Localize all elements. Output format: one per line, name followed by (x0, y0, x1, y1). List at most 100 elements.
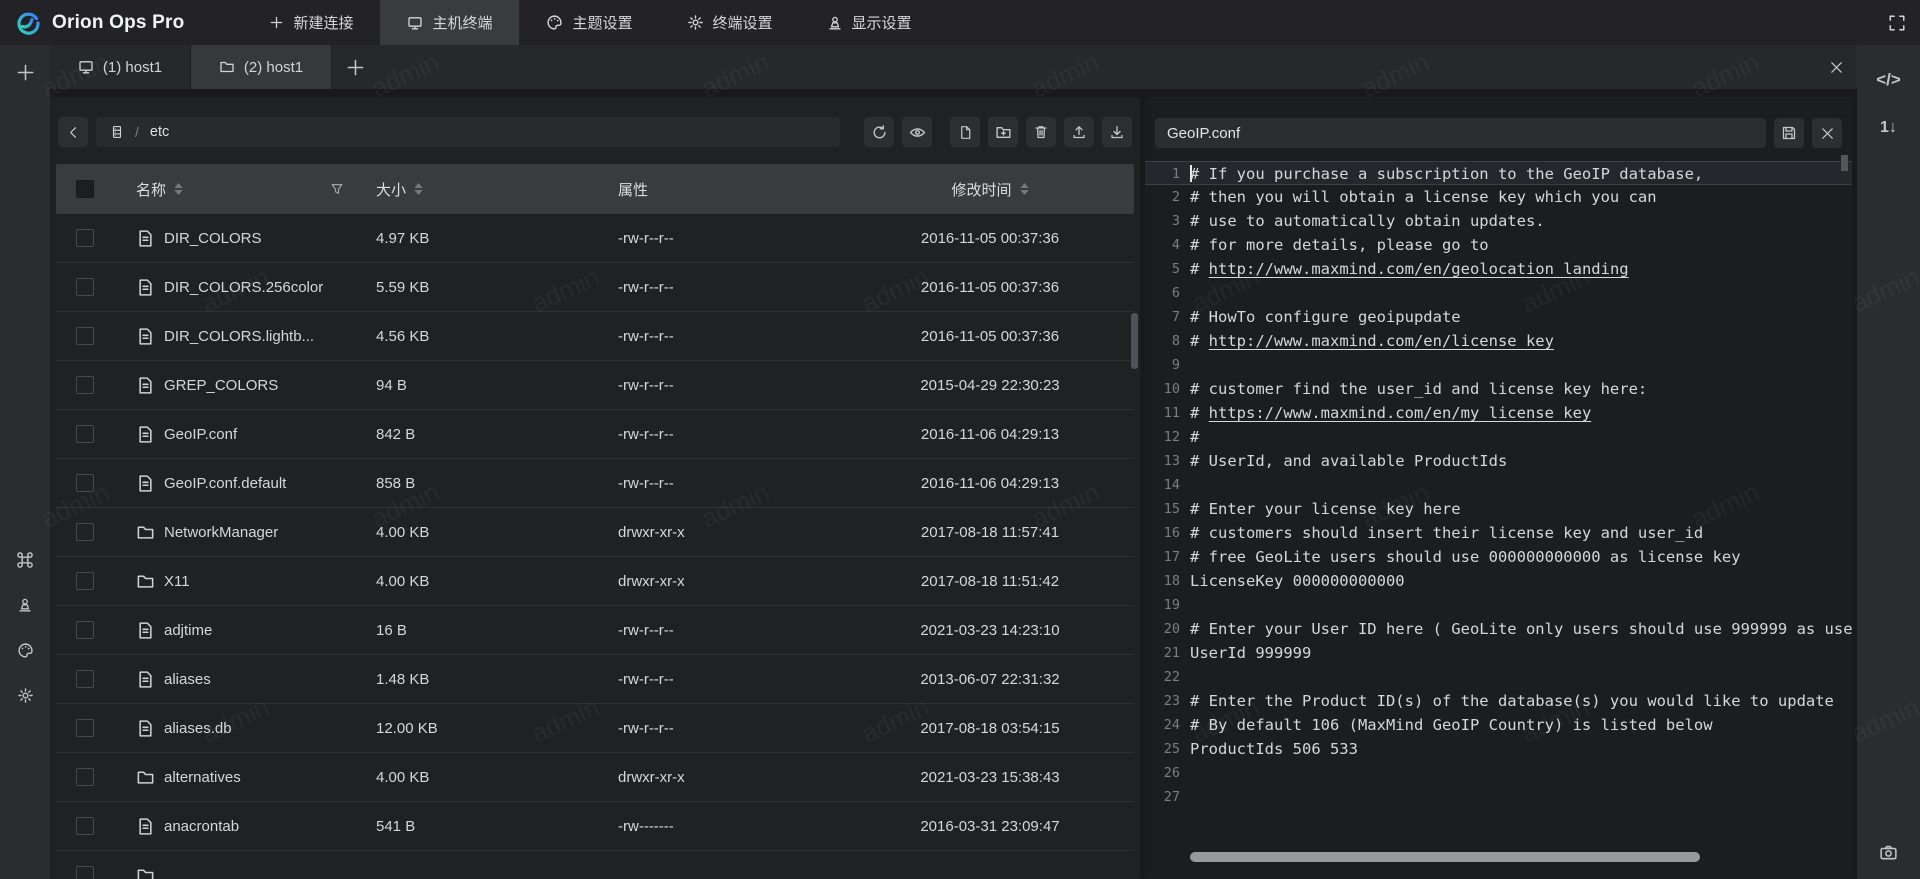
file-row[interactable]: GREP_COLORS94 B-rw-r--r--2015-04-29 22:3… (56, 361, 1134, 410)
sidebar-code-view-button[interactable]: </> (1872, 63, 1906, 97)
code-line[interactable]: 16# customers should insert their licens… (1145, 521, 1852, 545)
file-row[interactable]: DIR_COLORS4.97 KB-rw-r--r--2016-11-05 00… (56, 214, 1134, 263)
column-header-attr[interactable]: 属性 (618, 182, 648, 199)
upload-button[interactable] (1064, 117, 1094, 147)
editor-horizontal-scrollbar[interactable] (1190, 852, 1700, 862)
column-header-mtime[interactable]: 修改时间 (951, 179, 1011, 200)
file-row[interactable]: adjtime16 B-rw-r--r--2021-03-23 14:23:10 (56, 606, 1134, 655)
code-line[interactable]: 6 (1145, 281, 1852, 305)
file-row[interactable]: aliases.db12.00 KB-rw-r--r--2017-08-18 0… (56, 704, 1134, 753)
file-name[interactable]: GeoIP.conf (164, 426, 237, 443)
file-row[interactable]: aliases1.48 KB-rw-r--r--2013-06-07 22:31… (56, 655, 1134, 704)
code-line[interactable]: 3# use to automatically obtain updates. (1145, 209, 1852, 233)
sidebar-settings-button[interactable] (8, 678, 42, 712)
code-line[interactable]: 27 (1145, 785, 1852, 809)
file-list-scrollbar[interactable] (1131, 313, 1138, 369)
close-tabs-button[interactable] (1829, 45, 1844, 89)
file-row[interactable] (56, 851, 1134, 879)
breadcrumb[interactable]: / etc (96, 117, 840, 147)
file-name[interactable]: GREP_COLORS (164, 377, 278, 394)
preview-button[interactable] (902, 117, 932, 147)
menu-item-host-terminal[interactable]: 主机终端 (380, 0, 519, 45)
code-line[interactable]: 5# http://www.maxmind.com/en/geolocation… (1145, 257, 1852, 281)
file-row[interactable]: anacrontab541 B-rw-------2016-03-31 23:0… (56, 802, 1134, 851)
code-line[interactable]: 8# http://www.maxmind.com/en/license_key (1145, 329, 1852, 353)
filter-icon[interactable] (330, 182, 344, 196)
file-name[interactable]: DIR_COLORS (164, 230, 262, 247)
file-name[interactable]: aliases.db (164, 720, 232, 737)
code-line[interactable]: 23# Enter the Product ID(s) of the datab… (1145, 689, 1852, 713)
code-line[interactable]: 17# free GeoLite users should use 000000… (1145, 545, 1852, 569)
menu-item-terminal-settings[interactable]: 终端设置 (660, 0, 800, 45)
code-line[interactable]: 24# By default 106 (MaxMind GeoIP Countr… (1145, 713, 1852, 737)
column-header-name[interactable]: 名称 (136, 179, 166, 200)
new-folder-button[interactable] (988, 117, 1018, 147)
save-button[interactable] (1774, 118, 1804, 148)
file-row[interactable]: alternatives4.00 KBdrwxr-xr-x2021-03-23 … (56, 753, 1134, 802)
row-checkbox[interactable] (76, 523, 94, 541)
row-checkbox[interactable] (76, 572, 94, 590)
code-line-active[interactable]: 1# If you purchase a subscription to the… (1145, 161, 1852, 185)
file-name[interactable]: aliases (164, 671, 211, 688)
row-checkbox[interactable] (76, 327, 94, 345)
menu-item-new-connection[interactable]: 新建连接 (242, 0, 380, 45)
file-row[interactable]: DIR_COLORS.lightb...4.56 KB-rw-r--r--201… (56, 312, 1134, 361)
code-line[interactable]: 25ProductIds 506 533 (1145, 737, 1852, 761)
file-name[interactable]: alternatives (164, 769, 241, 786)
row-checkbox[interactable] (76, 376, 94, 394)
code-line[interactable]: 20# Enter your User ID here ( GeoLite on… (1145, 617, 1852, 641)
row-checkbox[interactable] (76, 474, 94, 492)
code-line[interactable]: 2# then you will obtain a license key wh… (1145, 185, 1852, 209)
row-checkbox[interactable] (76, 866, 94, 879)
file-name[interactable]: NetworkManager (164, 524, 278, 541)
file-name[interactable]: DIR_COLORS.256color (164, 279, 323, 296)
breadcrumb-path[interactable]: etc (150, 124, 169, 140)
code-line[interactable]: 19 (1145, 593, 1852, 617)
tab-host1-terminal[interactable]: (1) host1 (50, 45, 191, 89)
new-file-button[interactable] (950, 117, 980, 147)
code-line[interactable]: 7# HowTo configure geoipupdate (1145, 305, 1852, 329)
file-row[interactable]: X114.00 KBdrwxr-xr-x2017-08-18 11:51:42 (56, 557, 1134, 606)
close-editor-button[interactable] (1812, 118, 1842, 148)
code-line[interactable]: 10# customer find the user_id and licens… (1145, 377, 1852, 401)
code-line[interactable]: 26 (1145, 761, 1852, 785)
sort-name-control[interactable] (174, 183, 183, 195)
code-line[interactable]: 14 (1145, 473, 1852, 497)
file-row[interactable]: DIR_COLORS.256color5.59 KB-rw-r--r--2016… (56, 263, 1134, 312)
file-row[interactable]: NetworkManager4.00 KBdrwxr-xr-x2017-08-1… (56, 508, 1134, 557)
tab-host1-files[interactable]: (2) host1 (191, 45, 332, 89)
row-checkbox[interactable] (76, 817, 94, 835)
row-checkbox[interactable] (76, 229, 94, 247)
column-header-size[interactable]: 大小 (376, 179, 406, 200)
filename-field[interactable]: GeoIP.conf (1155, 118, 1766, 148)
refresh-button[interactable] (864, 117, 894, 147)
code-line[interactable]: 21UserId 999999 (1145, 641, 1852, 665)
sidebar-command-button[interactable] (8, 543, 42, 577)
row-checkbox[interactable] (76, 670, 94, 688)
sort-size-control[interactable] (414, 183, 423, 195)
sidebar-screenshot-button[interactable] (1872, 835, 1906, 869)
editor-vertical-scrollbar[interactable] (1841, 155, 1848, 171)
code-line[interactable]: 4# for more details, please go to (1145, 233, 1852, 257)
file-row[interactable]: GeoIP.conf.default858 B-rw-r--r--2016-11… (56, 459, 1134, 508)
file-name[interactable]: adjtime (164, 622, 212, 639)
row-checkbox[interactable] (76, 768, 94, 786)
row-checkbox[interactable] (76, 425, 94, 443)
back-button[interactable] (58, 117, 88, 147)
file-name[interactable]: X11 (164, 573, 190, 590)
menu-item-display-settings[interactable]: 显示设置 (800, 0, 939, 45)
code-line[interactable]: 18LicenseKey 000000000000 (1145, 569, 1852, 593)
code-line[interactable]: 15# Enter your license key here (1145, 497, 1852, 521)
code-line[interactable]: 11# https://www.maxmind.com/en/my_licens… (1145, 401, 1852, 425)
new-tab-button[interactable] (332, 45, 378, 89)
fullscreen-button[interactable] (1888, 0, 1906, 45)
code-line[interactable]: 22 (1145, 665, 1852, 689)
sidebar-theme-button[interactable] (8, 633, 42, 667)
code-editor[interactable]: 1# If you purchase a subscription to the… (1145, 161, 1852, 879)
row-checkbox[interactable] (76, 719, 94, 737)
code-line[interactable]: 13# UserId, and available ProductIds (1145, 449, 1852, 473)
sidebar-sort-lines-button[interactable]: 1↓ (1872, 111, 1906, 145)
row-checkbox[interactable] (76, 621, 94, 639)
file-row[interactable]: GeoIP.conf842 B-rw-r--r--2016-11-06 04:2… (56, 410, 1134, 459)
delete-button[interactable] (1026, 117, 1056, 147)
